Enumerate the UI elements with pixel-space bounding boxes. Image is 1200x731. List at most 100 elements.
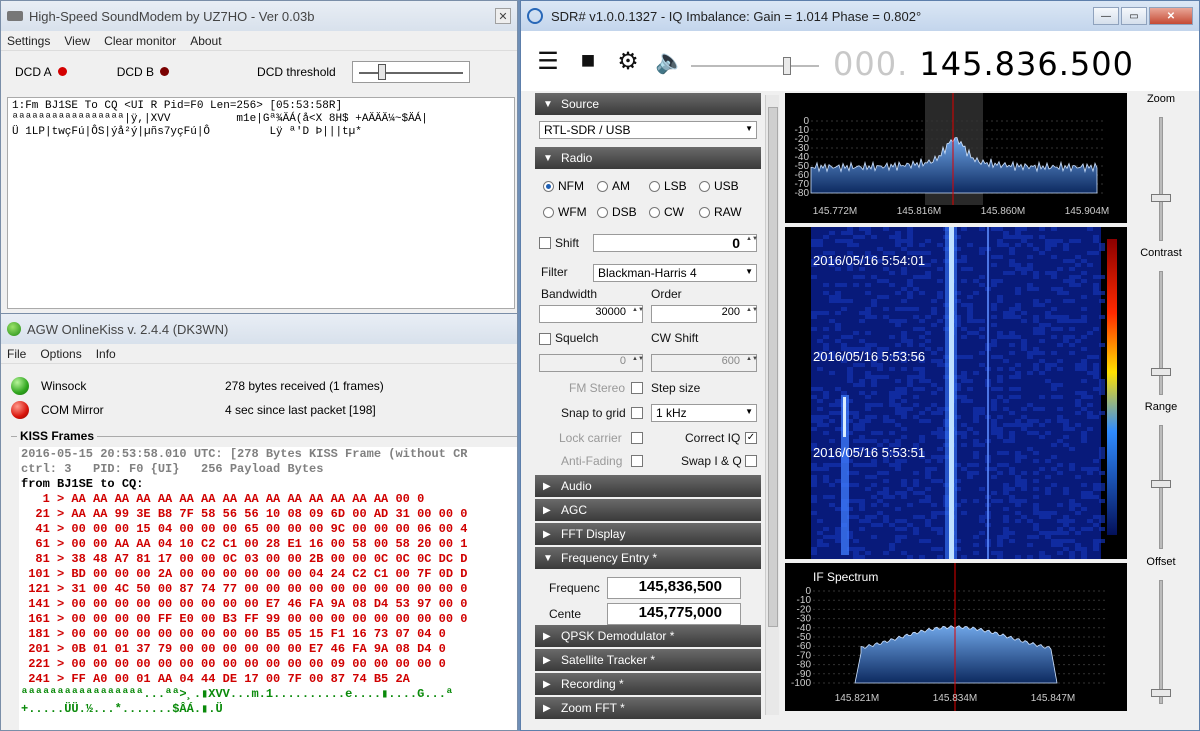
section-radio[interactable]: ▼ Radio <box>535 147 761 169</box>
menu-info[interactable]: Info <box>96 347 116 361</box>
kiss-line: 2016-05-15 20:53:58.010 UTC: [278 Bytes … <box>21 447 468 461</box>
section-source[interactable]: ▼ Source <box>535 93 761 115</box>
range-slider[interactable] <box>1151 425 1171 549</box>
sdr-logo-icon <box>527 8 543 24</box>
center-label: Cente <box>549 607 582 621</box>
mode-radio-nfm[interactable]: NFM <box>543 179 584 193</box>
onlinekiss-icon <box>7 322 21 336</box>
menu-about[interactable]: About <box>190 34 221 48</box>
center-input[interactable]: 145,775,000 <box>607 603 741 625</box>
speaker-icon[interactable]: 🔈 <box>655 47 685 76</box>
volume-slider[interactable] <box>691 57 819 75</box>
waterfall-timestamp: 2016/05/16 5:53:51 <box>813 445 925 460</box>
order-input[interactable]: 200 <box>651 305 757 323</box>
waterfall[interactable]: 2016/05/16 5:54:01 2016/05/16 5:53:56 2016… <box>785 227 1127 559</box>
cwshift-label: CW Shift <box>651 331 699 345</box>
stop-icon[interactable]: ■ <box>575 47 601 75</box>
dcd-threshold-slider[interactable] <box>351 61 470 83</box>
com-mirror-row: COM Mirror 4 sec since last packet [198] <box>1 398 517 422</box>
dcd-a-label: DCD A <box>15 65 67 79</box>
winsock-status-icon <box>11 377 29 395</box>
onlinekiss-title: AGW OnlineKiss v. 2.4.4 (DK3WN) <box>27 321 229 337</box>
mode-radio-cw[interactable]: CW <box>649 205 684 219</box>
monitor-text[interactable]: 1:Fm BJ1SE To CQ <UI R Pid=F0 Len=256> [… <box>7 97 515 309</box>
mode-label: DSB <box>612 205 637 219</box>
squelch-checkbox[interactable] <box>539 333 551 345</box>
section-qpsk[interactable]: ▶ QPSK Demodulator * <box>535 625 761 647</box>
if-x-tick: 145.821M <box>835 693 879 704</box>
section-agc[interactable]: ▶ AGC <box>535 499 761 521</box>
kiss-frames-text[interactable]: 2016-05-15 20:53:58.010 UTC: [278 Bytes … <box>19 447 517 730</box>
frequency-input[interactable]: 145,836,500 <box>607 577 741 599</box>
mode-radio-am[interactable]: AM <box>597 179 630 193</box>
squelch-input[interactable]: 0 <box>539 354 643 372</box>
section-zoom-fft[interactable]: ▶ Zoom FFT * <box>535 697 761 719</box>
section-satellite-tracker[interactable]: ▶ Satellite Tracker * <box>535 649 761 671</box>
snap-to-grid-checkbox[interactable] <box>631 407 643 419</box>
offset-slider[interactable] <box>1151 580 1171 704</box>
menu-view[interactable]: View <box>64 34 90 48</box>
chevron-right-icon: ▶ <box>543 504 551 516</box>
maximize-icon[interactable]: ▭ <box>1121 7 1147 25</box>
filter-select[interactable]: Blackman-Harris 4 <box>593 264 757 282</box>
monitor-line: 1:Fm BJ1SE To CQ <UI R Pid=F0 Len=256> [… <box>12 100 343 112</box>
section-audio[interactable]: ▶ Audio <box>535 475 761 497</box>
sdr-titlebar[interactable]: SDR# v1.0.0.1327 - IQ Imbalance: Gain = … <box>521 1 1199 31</box>
spectrum-analyzer[interactable]: 0 -10 -20 -30 -40 -50 -60 -70 -80 145.772M 145.816… <box>785 93 1127 223</box>
cwshift-input[interactable]: 600 <box>651 354 757 372</box>
shift-checkbox[interactable] <box>539 237 551 249</box>
spectrum-x-tick: 145.772M <box>813 206 857 217</box>
close-icon[interactable]: ✕ <box>495 8 511 24</box>
menu-icon[interactable]: ☰ <box>535 47 561 76</box>
menu-file[interactable]: File <box>7 347 26 361</box>
minimize-icon[interactable]: — <box>1093 7 1119 25</box>
menu-clear-monitor[interactable]: Clear monitor <box>104 34 176 48</box>
soundmodem-titlebar[interactable]: High-Speed SoundModem by UZ7HO - Ver 0.0… <box>1 1 517 31</box>
section-recording[interactable]: ▶ Recording * <box>535 673 761 695</box>
dcd-b-led-icon <box>160 67 170 76</box>
shift-input[interactable]: 0 <box>593 234 757 252</box>
mode-radio-dsb[interactable]: DSB <box>597 205 637 219</box>
bandwidth-input[interactable]: 30000 <box>539 305 643 323</box>
monitor-line: ªªªªªªªªªªªªªªªªª|ÿ,|XVV m1e|Gª¾ÄÁ(å<X 8… <box>12 113 428 125</box>
anti-fading-label: Anti-Fading <box>561 454 623 468</box>
menu-options[interactable]: Options <box>40 347 81 361</box>
step-size-select[interactable]: 1 kHz <box>651 404 757 422</box>
monitor-line: Ü 1LP|twçFú|ÔS|ýå²ý|µñs7yçFú|Ô Lÿ ª'D Þ|… <box>12 126 362 138</box>
mode-label: CW <box>664 205 684 219</box>
frequency-display[interactable]: 000. 145.836.500 <box>833 45 1134 83</box>
menu-settings[interactable]: Settings <box>7 34 50 48</box>
close-icon[interactable]: ✕ <box>1149 7 1193 25</box>
onlinekiss-titlebar[interactable]: AGW OnlineKiss v. 2.4.4 (DK3WN) <box>1 314 517 344</box>
mode-radio-raw[interactable]: RAW <box>699 205 742 219</box>
range-control: Range <box>1131 401 1191 557</box>
lock-carrier-checkbox[interactable] <box>631 432 643 444</box>
waterfall-timestamp: 2016/05/16 5:54:01 <box>813 253 925 268</box>
gear-icon[interactable]: ⚙ <box>615 47 641 76</box>
soundmodem-icon <box>7 11 23 21</box>
anti-fading-checkbox[interactable] <box>631 455 643 467</box>
zoom-slider[interactable] <box>1151 117 1171 241</box>
filter-label: Filter <box>541 265 568 279</box>
dcd-a-led-icon <box>57 67 67 76</box>
chevron-right-icon: ▶ <box>543 630 551 642</box>
panel-scrollbar[interactable] <box>765 95 779 715</box>
if-x-tick: 145.834M <box>933 693 977 704</box>
mode-radio-lsb[interactable]: LSB <box>649 179 687 193</box>
kiss-line: 241 > FF A0 00 01 AA 04 44 DE 17 00 7F 0… <box>21 672 410 686</box>
swap-iq-checkbox[interactable] <box>745 455 757 467</box>
mode-radio-wfm[interactable]: WFM <box>543 205 587 219</box>
mode-radio-usb[interactable]: USB <box>699 179 739 193</box>
contrast-slider[interactable] <box>1151 271 1171 395</box>
section-fft-display[interactable]: ▶ FFT Display <box>535 523 761 545</box>
lock-carrier-label: Lock carrier <box>559 431 622 445</box>
kiss-line: 141 > 00 00 00 00 00 00 00 00 00 E7 46 F… <box>21 597 468 611</box>
source-select[interactable]: RTL-SDR / USB <box>539 121 757 139</box>
fm-stereo-checkbox[interactable] <box>631 382 643 394</box>
correct-iq-checkbox[interactable]: ✓ <box>745 432 757 444</box>
onlinekiss-window: AGW OnlineKiss v. 2.4.4 (DK3WN) File Opt… <box>0 313 518 731</box>
section-frequency-entry[interactable]: ▼ Frequency Entry * <box>535 547 761 569</box>
if-spectrum[interactable]: IF Spectrum 0 -10 -20 -30 -40 -50 -60 -70 -80 -90-… <box>785 563 1127 711</box>
range-label: Range <box>1144 401 1178 413</box>
control-panel: ▼Source RTL-SDR / USB ▼Radio NFM AM LSB USB… <box>535 91 761 730</box>
